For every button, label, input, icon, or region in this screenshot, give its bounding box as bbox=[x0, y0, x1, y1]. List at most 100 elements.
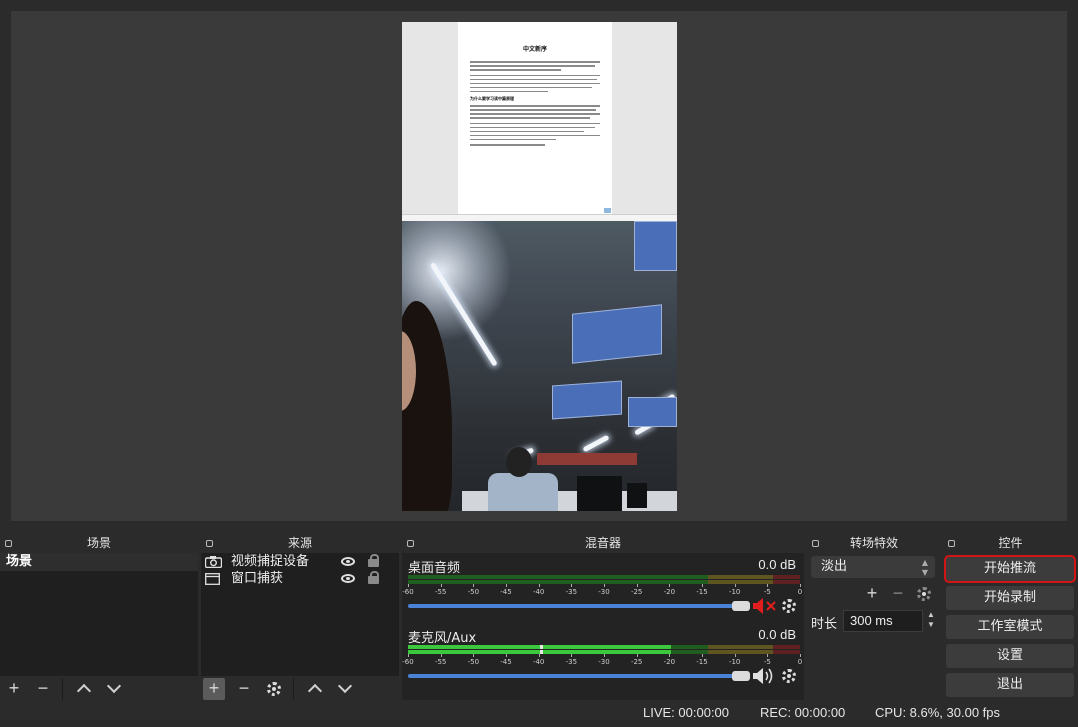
meter-tick-label: -45 bbox=[500, 658, 512, 666]
transitions-panel: 淡出 ▲ ▼ + − 时长 300 ms ▲ ▼ bbox=[807, 553, 941, 700]
mute-speaker-icon[interactable] bbox=[752, 597, 778, 618]
move-scene-down-button[interactable] bbox=[103, 678, 125, 700]
scenes-panel: 场景 bbox=[0, 553, 198, 676]
duration-value: 300 ms bbox=[850, 613, 893, 628]
gear-icon bbox=[267, 682, 281, 696]
studio-mode-button[interactable]: 工作室模式 bbox=[946, 615, 1074, 639]
sources-panel: 视频捕捉设备 窗口捕获 bbox=[201, 553, 399, 676]
document-title: 中文新序 bbox=[522, 46, 547, 53]
scene-item[interactable]: 场景 bbox=[0, 553, 198, 571]
add-transition-button[interactable]: + bbox=[861, 583, 883, 605]
meter-tick-label: -35 bbox=[565, 588, 578, 596]
meter-tick bbox=[734, 584, 736, 587]
channel-level: 0.0 dB bbox=[758, 627, 796, 642]
volume-slider-handle[interactable] bbox=[732, 601, 750, 611]
meter-tick-label: -60 bbox=[402, 658, 414, 666]
volume-slider-handle[interactable] bbox=[732, 671, 750, 681]
preview-area[interactable]: 中文新序 为什么要学习读中篇原理 bbox=[11, 11, 1067, 521]
move-source-down-button[interactable] bbox=[334, 678, 356, 700]
meter-tick-label: -40 bbox=[532, 658, 545, 666]
settings-button[interactable]: 设置 bbox=[946, 644, 1074, 668]
start-streaming-button[interactable]: 开始推流 bbox=[946, 557, 1074, 581]
start-recording-button[interactable]: 开始录制 bbox=[946, 586, 1074, 610]
remove-transition-button[interactable]: − bbox=[887, 583, 909, 605]
meter-tick-label: -20 bbox=[663, 658, 676, 666]
float-icon[interactable] bbox=[812, 540, 819, 547]
meter-tick bbox=[702, 584, 703, 587]
meter-tick bbox=[408, 584, 409, 587]
meter-tick bbox=[571, 654, 573, 657]
meter-tick bbox=[473, 584, 475, 587]
video-capture-source bbox=[402, 221, 677, 511]
duration-stepper[interactable]: ▲ ▼ bbox=[925, 610, 937, 632]
meter-tick-label: -55 bbox=[434, 588, 447, 596]
meter-tick bbox=[767, 654, 769, 657]
lock-icon[interactable] bbox=[368, 571, 379, 584]
mixer-panel: 桌面音频 0.0 dB -60 -55 -5 0 -45 -40 -35 -30 -25 -20 -… bbox=[402, 553, 804, 700]
lock-icon[interactable] bbox=[368, 554, 379, 567]
obs-window: 中文新序 为什么要学习读中篇原理 场景 来源 混音器 转场特效 控件 场景 + … bbox=[0, 0, 1078, 727]
cpu-status: CPU: 8.6%, 30.00 fps bbox=[875, 705, 1001, 720]
meter-tick-label: 0 bbox=[797, 658, 803, 666]
rec-status: REC: 00:00:00 bbox=[760, 705, 846, 720]
exit-button[interactable]: 退出 bbox=[946, 673, 1074, 697]
meter-tick bbox=[440, 654, 442, 657]
meter-tick bbox=[767, 584, 769, 587]
mixer-channel-desktop-audio: 桌面音频 0.0 dB -60 -55 -50 -45 -40 -35 -30 -25 -20-… bbox=[402, 553, 804, 621]
visibility-eye-icon[interactable] bbox=[341, 574, 355, 583]
meter-tick bbox=[506, 654, 507, 657]
window-icon bbox=[205, 573, 220, 590]
move-source-up-button[interactable] bbox=[304, 678, 326, 700]
document-scrollbar bbox=[402, 214, 677, 221]
gear-icon[interactable] bbox=[917, 587, 931, 601]
meter-tick bbox=[636, 654, 638, 657]
float-icon[interactable] bbox=[5, 540, 12, 547]
duration-spinbox[interactable]: 300 ms bbox=[843, 610, 923, 632]
document-section-heading: 为什么要学习读中篇原理 bbox=[470, 96, 514, 102]
meter-tick-label: -40 bbox=[532, 588, 545, 596]
volume-slider[interactable] bbox=[408, 671, 750, 681]
meter-tick-label: -35 bbox=[565, 658, 578, 666]
volume-slider[interactable] bbox=[408, 601, 750, 611]
float-icon[interactable] bbox=[206, 540, 213, 547]
meter-tick-label: -30 bbox=[598, 658, 610, 666]
mixer-channel-mic-aux: 麦克风/Aux 0.0 dB -60 -55 -50 -45 -40 -35 -30 -25-… bbox=[402, 623, 804, 691]
meter-tick bbox=[440, 584, 442, 587]
meter-tick bbox=[538, 654, 540, 657]
remove-source-button[interactable]: − bbox=[233, 678, 255, 700]
source-label: 视频捕捉设备 bbox=[231, 554, 310, 569]
add-scene-button[interactable]: + bbox=[3, 678, 25, 700]
live-status: LIVE: 00:00:00 bbox=[643, 705, 730, 720]
transition-select[interactable]: 淡出 ▲ ▼ bbox=[811, 556, 935, 578]
source-item-video-capture[interactable]: 视频捕捉设备 bbox=[201, 553, 398, 570]
meter-tick bbox=[506, 584, 507, 587]
sources-toolbar: + − bbox=[201, 678, 399, 700]
preview-canvas[interactable]: 中文新序 为什么要学习读中篇原理 bbox=[402, 22, 677, 511]
gear-icon[interactable] bbox=[782, 599, 796, 613]
speaker-icon[interactable] bbox=[752, 667, 778, 688]
chevron-updown-icon: ▲ ▼ bbox=[921, 558, 929, 577]
source-label: 窗口捕获 bbox=[231, 571, 284, 586]
visibility-eye-icon[interactable] bbox=[341, 557, 355, 566]
audio-meter bbox=[408, 645, 800, 649]
move-scene-up-button[interactable] bbox=[73, 678, 95, 700]
meter-tick-label: -25 bbox=[630, 658, 643, 666]
remove-scene-button[interactable]: − bbox=[32, 678, 54, 700]
float-icon[interactable] bbox=[407, 540, 414, 547]
source-properties-button[interactable] bbox=[263, 678, 285, 700]
scenes-dock-title: 场景 bbox=[0, 535, 198, 552]
gear-icon[interactable] bbox=[782, 669, 796, 683]
meter-tick-label: -10 bbox=[728, 588, 741, 596]
channel-name: 桌面音频 bbox=[408, 561, 461, 576]
source-item-window-capture[interactable]: 窗口捕获 bbox=[201, 570, 398, 587]
controls-dock-title: 控件 bbox=[943, 535, 1078, 552]
meter-tick-label: -30 bbox=[598, 588, 610, 596]
float-icon[interactable] bbox=[948, 540, 955, 547]
meter-tick bbox=[473, 654, 475, 657]
add-source-button[interactable]: + bbox=[203, 678, 225, 700]
duration-label: 时长 bbox=[811, 616, 838, 631]
meter-tick-label: -60 bbox=[402, 588, 414, 596]
meter-tick-label: -5 bbox=[763, 658, 771, 666]
meter-tick bbox=[669, 654, 671, 657]
mixer-dock-title: 混音器 bbox=[402, 535, 804, 552]
